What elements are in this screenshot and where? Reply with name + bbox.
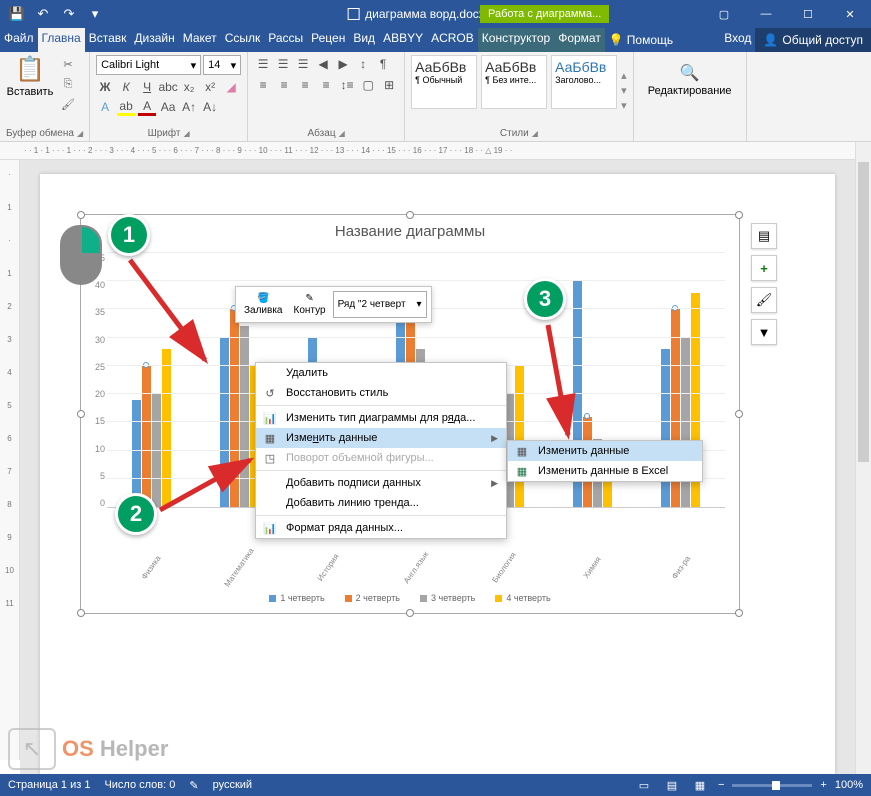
watermark-logo: ↖ OS Helper <box>8 728 168 770</box>
cursor-icon: ↖ <box>8 728 56 770</box>
annotation-step-2: 2 <box>115 493 157 535</box>
annotation-step-1: 1 <box>108 214 150 256</box>
annotation-arrows <box>0 0 871 796</box>
annotation-mouse-icon <box>60 225 102 285</box>
annotation-step-3: 3 <box>524 278 566 320</box>
